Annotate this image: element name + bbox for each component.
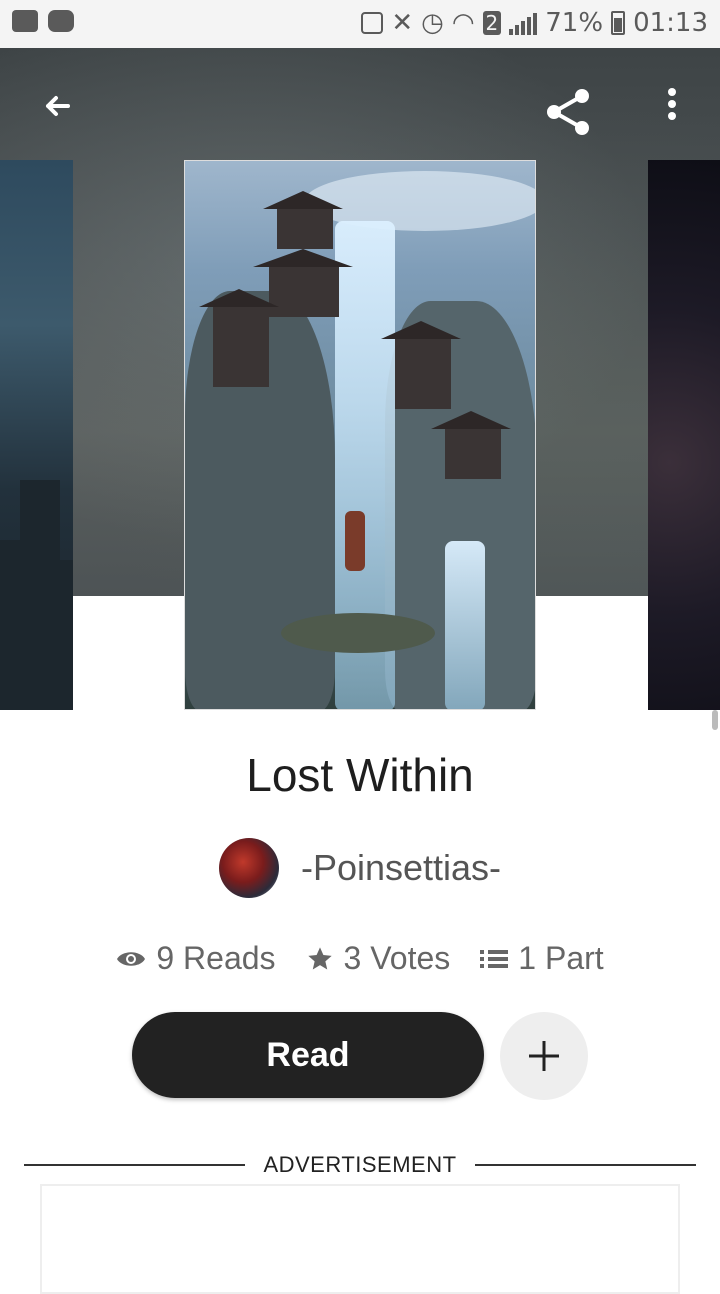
next-cover[interactable] <box>648 160 720 710</box>
back-button[interactable] <box>32 84 80 132</box>
reads-stat: 9 Reads <box>116 940 276 977</box>
plus-icon <box>529 1041 559 1071</box>
divider <box>24 1164 246 1166</box>
scrollbar[interactable] <box>712 710 718 730</box>
wifi-icon: ◠ <box>451 8 475 38</box>
mute-icon: ✕ <box>391 8 414 38</box>
pagoda-roof <box>253 249 353 267</box>
eye-icon <box>117 951 146 966</box>
status-left-icons <box>12 10 74 32</box>
story-cover[interactable] <box>184 160 536 710</box>
author-row: -Poinsettias- <box>0 838 720 898</box>
add-to-library-button[interactable] <box>500 1012 588 1100</box>
building-shape <box>48 560 73 710</box>
signal-icon <box>509 11 538 35</box>
gallery-notification-icon <box>12 10 38 32</box>
pagoda-roof <box>431 411 511 429</box>
more-vertical-icon <box>668 88 676 120</box>
pagoda-shape <box>213 307 269 387</box>
parts-stat: 1 Part <box>480 940 604 977</box>
divider <box>474 1164 696 1166</box>
more-options-button[interactable] <box>650 84 698 132</box>
pagoda-roof <box>263 191 343 209</box>
previous-cover[interactable] <box>0 160 73 710</box>
list-icon <box>480 949 509 968</box>
sim-icon <box>361 12 384 34</box>
advertisement-slot[interactable] <box>40 1184 680 1294</box>
lantern-shape <box>345 511 365 571</box>
read-button[interactable]: Read <box>132 1012 484 1098</box>
pagoda-roof <box>381 321 461 339</box>
reads-count: 9 Reads <box>156 940 276 976</box>
sim-badge: 2 <box>482 11 502 35</box>
story-stats: 9 Reads 3 Votes 1 Part <box>0 940 720 977</box>
story-title: Lost Within <box>246 749 474 801</box>
votes-stat: 3 Votes <box>306 940 451 977</box>
parts-count: 1 Part <box>518 940 604 976</box>
waterfall-shape <box>445 541 485 709</box>
youtube-notification-icon <box>48 10 74 32</box>
pagoda-shape <box>269 267 339 317</box>
status-bar: ✕ ◷ ◠ 2 71% 01:13 <box>0 0 720 48</box>
votes-count: 3 Votes <box>343 940 451 976</box>
pagoda-shape <box>445 429 501 479</box>
star-icon <box>307 946 332 969</box>
pagoda-shape <box>395 339 451 409</box>
platform-shape <box>281 613 435 653</box>
author-name[interactable]: -Poinsettias- <box>301 847 501 889</box>
status-right-icons: ✕ ◷ ◠ 2 71% 01:13 <box>361 8 708 38</box>
battery-icon <box>611 11 626 35</box>
advertisement-label: ADVERTISEMENT <box>263 1152 457 1177</box>
arrow-left-icon <box>46 96 70 116</box>
author-avatar[interactable] <box>218 838 279 898</box>
pagoda-shape <box>277 209 333 249</box>
clock: 01:13 <box>633 8 708 38</box>
battery-percent: 71% <box>545 8 604 38</box>
share-icon <box>547 89 589 135</box>
alarm-icon: ◷ <box>421 8 444 38</box>
pagoda-roof <box>199 289 279 307</box>
advertisement-header: ADVERTISEMENT <box>24 1150 696 1180</box>
share-button[interactable] <box>540 84 589 135</box>
